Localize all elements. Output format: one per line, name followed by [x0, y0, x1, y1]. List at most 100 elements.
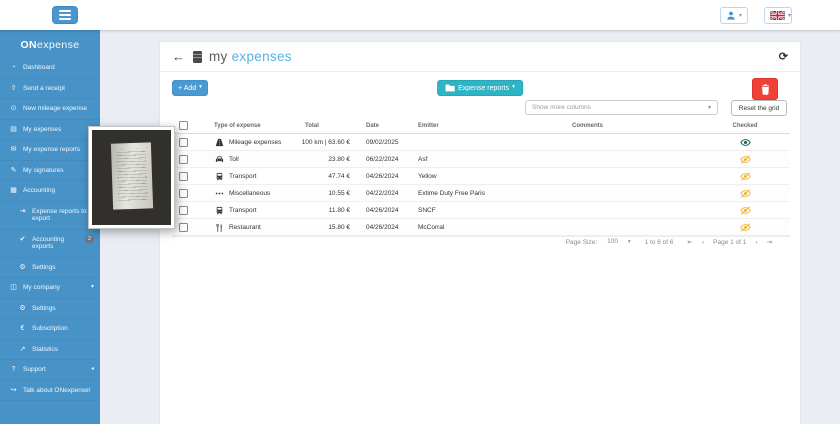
sidebar-item-expense-reports-to-export[interactable]: ⇥ Expense reports to export: [0, 202, 100, 230]
cell-type: Transport: [229, 173, 257, 180]
cell-total: 11.80 €: [290, 207, 352, 214]
column-header-date[interactable]: Date: [352, 123, 415, 129]
brand-logo: ONexpense: [0, 30, 100, 58]
delete-button[interactable]: [752, 78, 778, 100]
table-row[interactable]: Transport 11.80 € 04/26/2024 SNCF: [172, 202, 790, 219]
cell-total: 10.55 €: [290, 190, 352, 197]
refresh-icon[interactable]: ⟳: [779, 50, 788, 63]
row-checkbox[interactable]: [179, 138, 188, 147]
pagination-bar: Page Size: 100 ▾ 1 to 6 of 6 ⇤ ‹ Page 1 …: [172, 238, 772, 246]
row-checkbox[interactable]: [179, 223, 188, 232]
expense-reports-button[interactable]: Expense reports ▾: [437, 80, 523, 96]
table-row[interactable]: Restaurant 15.80 € 04/26/2024 McCorral: [172, 219, 790, 236]
sidebar-item-accounting-settings[interactable]: ⚙ Settings: [0, 258, 100, 279]
next-page-button[interactable]: ›: [755, 239, 757, 246]
sidebar-item-dashboard[interactable]: ◔ Dashboard: [0, 58, 100, 79]
sidebar-item-accounting-exports[interactable]: ✔ Accounting exports 2: [0, 230, 100, 258]
sidebar-item-label: Statistics: [32, 346, 94, 354]
gauge-icon: ◔: [9, 64, 18, 72]
page-title-accent: expenses: [232, 49, 292, 64]
column-header-emitter[interactable]: Emitter: [415, 123, 560, 129]
prev-page-button[interactable]: ‹: [702, 239, 704, 246]
road-icon: [214, 137, 224, 147]
share-icon: ↪: [9, 387, 18, 395]
sidebar-item-label: Settings: [32, 305, 94, 313]
show-more-columns-select[interactable]: Show more columns ▾: [525, 100, 718, 115]
table-row[interactable]: Transport 47.74 € 04/26/2024 Yellow: [172, 168, 790, 185]
back-arrow-icon[interactable]: ←: [172, 50, 185, 63]
eye-slash-icon[interactable]: [740, 189, 751, 198]
cell-emitter: Asf: [415, 156, 560, 163]
chevron-icon: ▾: [91, 284, 94, 292]
page-indicator: Page 1 of 1: [713, 239, 746, 246]
last-page-button[interactable]: ⇥: [767, 238, 772, 246]
uk-flag-icon: [770, 11, 785, 20]
gears-icon: ⚙: [18, 264, 27, 272]
brand-bold: ON: [20, 39, 37, 51]
add-button[interactable]: + Add ▾: [172, 80, 208, 96]
utensils-icon: [214, 222, 224, 232]
sidebar-item-statistics[interactable]: ↗ Statistics: [0, 340, 100, 361]
sidebar-item-label: My company: [23, 284, 86, 292]
sidebar-item-my-company[interactable]: ◫ My company ▾: [0, 278, 100, 299]
eye-slash-icon[interactable]: [740, 206, 751, 215]
page-size-label: Page Size:: [566, 239, 597, 246]
question-icon: ?: [9, 366, 18, 374]
select-all-checkbox[interactable]: [179, 121, 188, 130]
chevron-down-icon: ▾: [628, 239, 631, 245]
chevron-down-icon: ▾: [199, 85, 202, 91]
sidebar-item-accounting[interactable]: ▦ Accounting ▾: [0, 181, 100, 202]
cell-type: Transport: [229, 207, 257, 214]
pen-icon: ✎: [9, 167, 18, 175]
cell-date: 06/22/2024: [352, 156, 415, 163]
first-page-button[interactable]: ⇤: [688, 238, 693, 246]
eye-slash-icon[interactable]: [740, 223, 751, 232]
page-title: myexpenses: [209, 49, 292, 64]
reset-grid-button[interactable]: Reset the grid: [731, 100, 787, 116]
cell-date: 04/22/2024: [352, 190, 415, 197]
sidebar-item-my-signatures[interactable]: ✎ My signatures: [0, 161, 100, 182]
column-header-total[interactable]: Total: [290, 123, 352, 129]
language-menu-button[interactable]: ▾: [764, 7, 792, 24]
row-checkbox[interactable]: [179, 189, 188, 198]
sidebar-item-my-expenses[interactable]: ▤ My expenses: [0, 120, 100, 141]
cell-emitter: Extime Duty Free Paris: [415, 190, 560, 197]
row-checkbox[interactable]: [179, 206, 188, 215]
cell-emitter: SNCF: [415, 207, 560, 214]
cell-emitter: McCorral: [415, 224, 560, 231]
eye-slash-icon[interactable]: [740, 155, 751, 164]
cell-total: 47.74 €: [290, 173, 352, 180]
table-row[interactable]: Mileage expenses 100 km | 63.60 € 09/02/…: [172, 134, 790, 151]
hamburger-menu-button[interactable]: [52, 6, 78, 24]
page-size-select[interactable]: 100 ▾: [607, 238, 630, 246]
row-checkbox[interactable]: [179, 155, 188, 164]
sidebar-item-label: Expense reports to export: [32, 208, 94, 223]
car-icon: [214, 154, 224, 164]
sidebar-nav: ◔ Dashboard ⇧ Send a receipt ⊙ New milea…: [0, 58, 100, 401]
eye-icon[interactable]: [740, 138, 751, 147]
sidebar-item-support[interactable]: ? Support ◂: [0, 360, 100, 381]
upload-icon: ⇧: [9, 85, 18, 93]
table-row[interactable]: Miscellaneous 10.55 € 04/22/2024 Extime …: [172, 185, 790, 202]
sidebar-item-my-expense-reports[interactable]: ✉ My expense reports: [0, 140, 100, 161]
column-header-comments[interactable]: Comments: [560, 123, 700, 129]
sidebar-item-send-a-receipt[interactable]: ⇧ Send a receipt: [0, 79, 100, 100]
table-row[interactable]: Toll 23.80 € 06/22/2024 Asf: [172, 151, 790, 168]
export-icon: ⇥: [18, 208, 27, 216]
sidebar-item-subscription[interactable]: € Subscription: [0, 319, 100, 340]
column-header-type[interactable]: Type of expense: [206, 123, 290, 129]
column-header-checked[interactable]: Checked: [700, 123, 790, 129]
table-header-row: Type of expense Total Date Emitter Comme…: [172, 118, 790, 134]
eye-slash-icon[interactable]: [740, 172, 751, 181]
cell-total: 23.80 €: [290, 156, 352, 163]
add-button-label: + Add: [178, 85, 196, 92]
row-checkbox[interactable]: [179, 172, 188, 181]
user-menu-button[interactable]: ▾: [720, 7, 748, 24]
sidebar-item-label: Support: [23, 366, 86, 374]
sidebar-item-new-mileage-expense[interactable]: ⊙ New mileage expense: [0, 99, 100, 120]
cell-date: 04/26/2024: [352, 207, 415, 214]
car-wheel-icon: ⊙: [9, 105, 18, 113]
sidebar-item-company-settings[interactable]: ⚙ Settings: [0, 299, 100, 320]
sidebar-item-talk-about-onexpense[interactable]: ↪ Talk about ONexpense!: [0, 381, 100, 402]
receipt-photo: [92, 130, 171, 225]
